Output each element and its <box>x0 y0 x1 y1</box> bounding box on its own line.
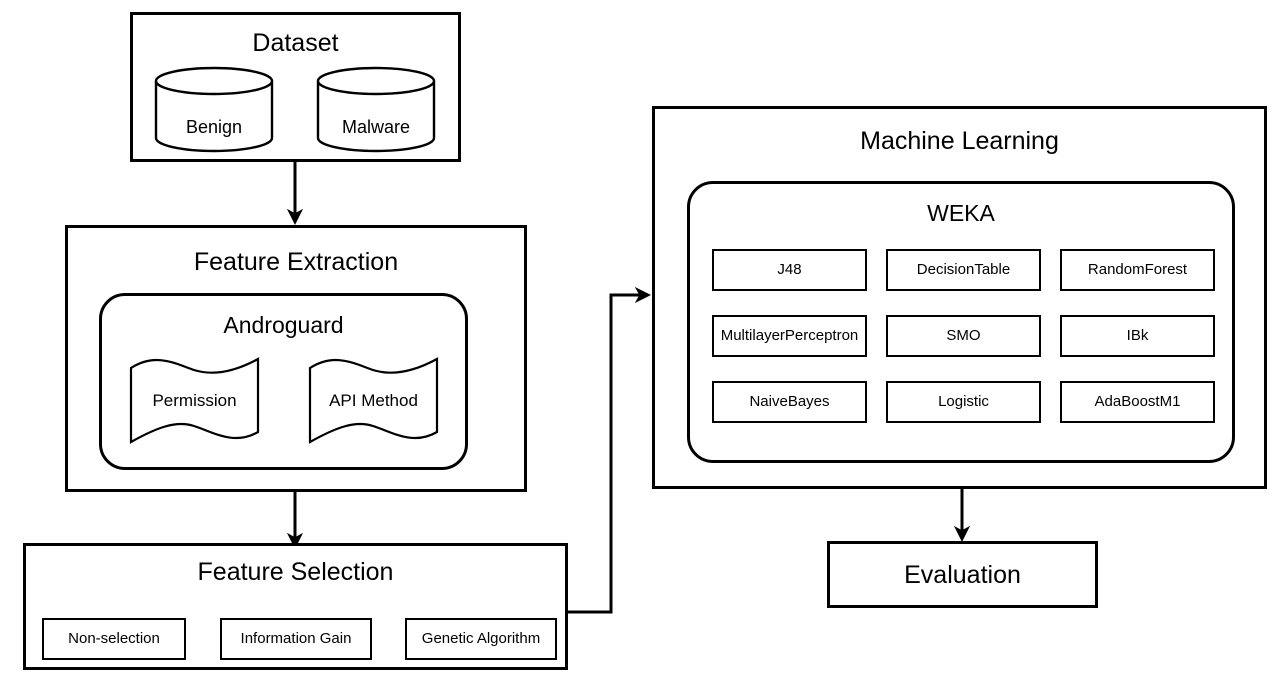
weka-algorithm-ibk[interactable]: IBk <box>1060 315 1215 357</box>
evaluation-title: Evaluation <box>904 561 1021 589</box>
weka-algorithm-smo-label: SMO <box>946 326 981 344</box>
evaluation-stage-box: Evaluation <box>827 541 1098 608</box>
weka-algorithm-multilayerperceptron[interactable]: MultilayerPerceptron <box>712 315 867 357</box>
dataset-store-malware-label: Malware <box>341 117 411 137</box>
weka-algorithm-j48-label: J48 <box>777 260 802 278</box>
weka-algorithm-smo[interactable]: SMO <box>886 315 1041 357</box>
androguard-artifact-api-method-label: API Method <box>329 391 418 410</box>
dataset-stage-box: Dataset Benign Malware <box>130 12 461 162</box>
machine-learning-stage-box: Machine Learning WEKA J48 DecisionTable … <box>652 106 1267 489</box>
feature-extraction-title: Feature Extraction <box>193 248 399 276</box>
dataset-store-benign: Benign <box>154 66 274 153</box>
feature-selection-stage-box: Feature Selection Non-selection Informat… <box>23 543 568 670</box>
weka-algorithm-logistic-label: Logistic <box>938 392 989 410</box>
androguard-tool-box: Androguard Permission API Method <box>99 293 468 470</box>
weka-algorithm-naivebayes-label: NaiveBayes <box>749 392 830 410</box>
weka-algorithm-decisiontable-label: DecisionTable <box>916 260 1011 278</box>
weka-algorithm-ibk-label: IBk <box>1126 326 1149 344</box>
diagram-canvas: Dataset Benign Malware Feature Extractio… <box>0 0 1280 693</box>
androguard-artifact-api-method: API Method <box>307 356 440 446</box>
feature-selection-title: Feature Selection <box>197 558 394 586</box>
feature-selection-method-genetic-algorithm-label: Genetic Algorithm <box>421 629 541 647</box>
feature-selection-method-genetic-algorithm[interactable]: Genetic Algorithm <box>405 618 557 660</box>
weka-algorithm-adaboostm1-label: AdaBoostM1 <box>1094 392 1181 410</box>
weka-algorithm-decisiontable[interactable]: DecisionTable <box>886 249 1041 291</box>
feature-selection-method-non-selection[interactable]: Non-selection <box>42 618 186 660</box>
feature-selection-method-non-selection-label: Non-selection <box>68 629 160 647</box>
dataset-store-malware: Malware <box>316 66 436 153</box>
weka-algorithm-randomforest-label: RandomForest <box>1087 260 1188 278</box>
weka-algorithm-adaboostm1[interactable]: AdaBoostM1 <box>1060 381 1215 423</box>
feature-selection-method-information-gain[interactable]: Information Gain <box>220 618 372 660</box>
weka-algorithm-naivebayes[interactable]: NaiveBayes <box>712 381 867 423</box>
feature-extraction-stage-box: Feature Extraction Androguard Permission… <box>65 225 527 492</box>
dataset-store-benign-label: Benign <box>185 117 243 137</box>
weka-algorithm-logistic[interactable]: Logistic <box>886 381 1041 423</box>
connector-feature-selection-to-machine-learning <box>568 286 651 614</box>
weka-algorithm-j48[interactable]: J48 <box>712 249 867 291</box>
feature-selection-method-information-gain-label: Information Gain <box>240 629 352 647</box>
weka-tool-box: WEKA J48 DecisionTable RandomForest Mult… <box>687 181 1235 463</box>
machine-learning-title: Machine Learning <box>860 127 1059 155</box>
weka-title: WEKA <box>927 200 995 226</box>
dataset-title: Dataset <box>252 29 339 57</box>
weka-algorithm-randomforest[interactable]: RandomForest <box>1060 249 1215 291</box>
androguard-title: Androguard <box>223 312 344 338</box>
weka-algorithm-multilayerperceptron-label: MultilayerPerceptron <box>720 326 859 344</box>
androguard-artifact-permission-label: Permission <box>152 391 237 410</box>
androguard-artifact-permission: Permission <box>128 356 261 446</box>
